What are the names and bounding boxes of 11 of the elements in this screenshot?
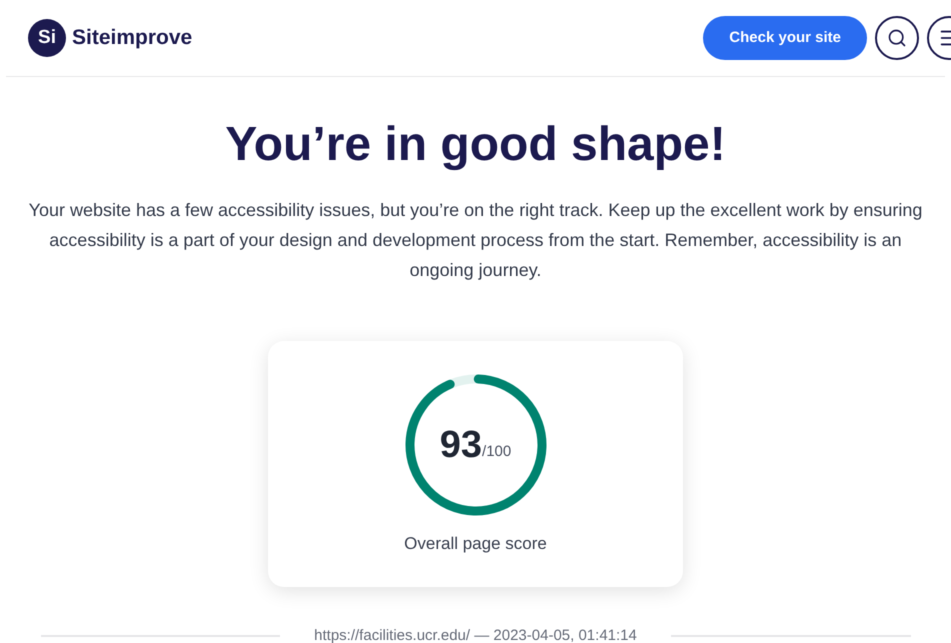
page-title: You’re in good shape! <box>225 117 726 173</box>
search-button[interactable] <box>875 16 919 60</box>
check-site-button[interactable]: Check your site <box>703 16 867 60</box>
score-label: Overall page score <box>404 533 547 555</box>
logo-badge: Si <box>28 19 66 57</box>
report-url-date: https://facilities.ucr.edu/ — 2023-04-05, 01:41:14 <box>314 626 637 643</box>
search-icon <box>887 28 907 48</box>
score-max: /100 <box>482 442 512 462</box>
score-value: 93 <box>440 422 482 468</box>
description-text: Your website has a few accessibility issues, but you’re on the right track. Keep up the excellent work by ensuring accessibility is a part of your design and development process from the start. Remember, accessibility is an ongoing journey. <box>28 199 924 282</box>
logo-text: Siteimprove <box>72 25 192 52</box>
